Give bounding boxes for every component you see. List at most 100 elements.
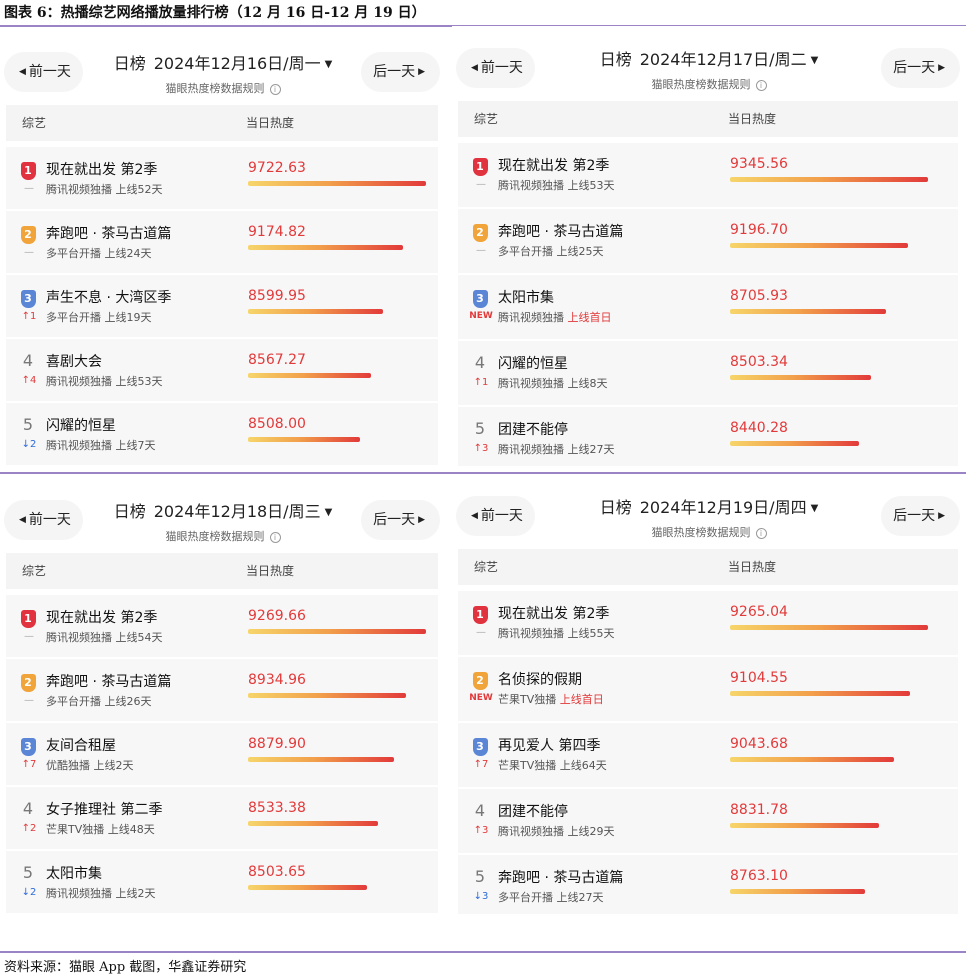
ranking-row[interactable]: 3 ↑7 再见爱人 第四季 芒果TV独播 上线64天 9043.68 [458,723,958,787]
rank-change: — [476,627,486,638]
heat-value: 9104.55 [730,670,788,686]
ranking-row[interactable]: 3 ↑1 声生不息 · 大湾区季 多平台开播 上线19天 8599.95 [6,275,438,337]
rank-badge: 3 [472,738,488,756]
show-title[interactable]: 奔跑吧 · 茶马古道篇 [46,671,171,691]
rank-badge: 2 [472,224,488,242]
platform-text: 多平台开播 上线19天 [46,311,152,324]
rank-badge: 1 [472,158,488,176]
date-selector[interactable]: 日榜 2024年12月18日/周三 ▼ [0,498,446,522]
data-rule-link[interactable]: 猫眼热度榜数据规则 i [0,528,446,544]
rank-badge: 3 [472,290,488,308]
data-rule-link[interactable]: 猫眼热度榜数据规则 i [452,524,966,540]
show-title[interactable]: 喜剧大会 [46,351,102,371]
data-rule-link[interactable]: 猫眼热度榜数据规则 i [452,76,966,92]
show-title[interactable]: 奔跑吧 · 茶马古道篇 [46,223,171,243]
ranking-row[interactable]: 4 ↑4 喜剧大会 腾讯视频独播 上线53天 8567.27 [6,339,438,401]
rank-change: NEW [469,311,493,321]
heat-value: 9043.68 [730,736,788,752]
show-title[interactable]: 现在就出发 第2季 [498,155,609,175]
ranking-row[interactable]: 5 ↓2 太阳市集 腾讯视频独播 上线2天 8503.65 [6,851,438,913]
ranking-row[interactable]: 2 NEW 名侦探的假期 芒果TV独播 上线首日 9104.55 [458,657,958,721]
date-selector[interactable]: 日榜 2024年12月19日/周四 ▼ [452,494,966,518]
data-rule-label: 猫眼热度榜数据规则 [165,82,265,95]
ranking-row[interactable]: 2 — 奔跑吧 · 茶马古道篇 多平台开播 上线24天 9174.82 [6,211,438,273]
rank-change: ↑2 [21,823,37,834]
ranking-row[interactable]: 1 — 现在就出发 第2季 腾讯视频独播 上线55天 9265.04 [458,591,958,655]
caret-down-icon[interactable]: ▼ [325,59,333,70]
date-selector[interactable]: 日榜 2024年12月17日/周二 ▼ [452,46,966,70]
show-title[interactable]: 团建不能停 [498,801,568,821]
board-header: 日榜 2024年12月18日/周三 ▼ 猫眼热度榜数据规则 i [0,498,446,544]
show-title[interactable]: 名侦探的假期 [498,669,582,689]
show-title[interactable]: 友间合租屋 [46,735,116,755]
ranking-row[interactable]: 5 ↓3 奔跑吧 · 茶马古道篇 多平台开播 上线27天 8763.10 [458,855,958,914]
platform-text: 腾讯视频独播 上线2天 [46,887,156,900]
show-title[interactable]: 闪耀的恒星 [498,353,568,373]
show-platform-info: 腾讯视频独播 上线8天 [498,375,608,391]
ranking-row[interactable]: 1 — 现在就出发 第2季 腾讯视频独播 上线54天 9269.66 [6,595,438,657]
platform-text: 腾讯视频独播 上线55天 [498,627,615,640]
platform-text: 多平台开播 上线26天 [46,695,152,708]
ranking-row[interactable]: 2 — 奔跑吧 · 茶马古道篇 多平台开播 上线25天 9196.70 [458,209,958,273]
show-title[interactable]: 奔跑吧 · 茶马古道篇 [498,867,623,887]
ranking-list: 1 — 现在就出发 第2季 腾讯视频独播 上线53天 9345.56 2 — 奔跑吧 · 茶马… [458,143,958,466]
ranking-row[interactable]: 4 ↑3 团建不能停 腾讯视频独播 上线29天 8831.78 [458,789,958,853]
show-title[interactable]: 现在就出发 第2季 [498,603,609,623]
rank-badge: 3 [20,738,36,756]
platform-text: 腾讯视频独播 上线53天 [498,179,615,192]
ranking-panel-dec16: ◀ 前一天 后一天 ▶ 日榜 2024年12月16日/周一 ▼ 猫眼热度榜数据规则 i 综艺 当日热… [0,30,446,470]
data-rule-label: 猫眼热度榜数据规则 [651,526,751,539]
ranking-panel-dec18: ◀ 前一天 后一天 ▶ 日榜 2024年12月18日/周三 ▼ 猫眼热度榜数据规则 i 综艺 当日热… [0,478,446,918]
ranking-row[interactable]: 4 ↑1 闪耀的恒星 腾讯视频独播 上线8天 8503.34 [458,341,958,405]
show-title[interactable]: 现在就出发 第2季 [46,159,157,179]
show-title[interactable]: 闪耀的恒星 [46,415,116,435]
rank-indicator: 3 [20,735,36,756]
heat-bar [248,437,360,442]
caret-down-icon[interactable]: ▼ [811,55,819,66]
rank-change: ↓3 [473,891,489,902]
data-rule-link[interactable]: 猫眼热度榜数据规则 i [0,80,446,96]
heat-value: 9722.63 [248,160,306,176]
board-label: 日榜 [599,50,632,69]
bottom-divider [0,951,966,953]
show-title[interactable]: 团建不能停 [498,419,568,439]
board-date: 2024年12月17日/周二 [639,50,807,69]
show-title[interactable]: 女子推理社 第二季 [46,799,162,819]
ranking-row[interactable]: 3 ↑7 友间合租屋 优酷独播 上线2天 8879.90 [6,723,438,785]
show-title[interactable]: 太阳市集 [46,863,102,883]
rank-indicator: 2 [20,223,36,244]
show-platform-info: 腾讯视频独播 上线27天 [498,441,615,457]
ranking-row[interactable]: 4 ↑2 女子推理社 第二季 芒果TV独播 上线48天 8533.38 [6,787,438,849]
rank-change: ↑4 [21,375,37,386]
heat-bar [248,629,426,634]
caret-down-icon[interactable]: ▼ [325,507,333,518]
figure-title: 图表 6：热播综艺网络播放量排行榜（12 月 16 日-12 月 19 日） [4,5,426,21]
heat-bar [248,181,426,186]
show-platform-info: 腾讯视频独播 上线54天 [46,629,163,645]
heat-value: 9174.82 [248,224,306,240]
rank-indicator: 2 [472,221,488,242]
ranking-row[interactable]: 1 — 现在就出发 第2季 腾讯视频独播 上线52天 9722.63 [6,147,438,209]
heat-bar [730,823,879,828]
show-title[interactable]: 再见爱人 第四季 [498,735,600,755]
ranking-row[interactable]: 3 NEW 太阳市集 腾讯视频独播 上线首日 8705.93 [458,275,958,339]
show-title[interactable]: 太阳市集 [498,287,554,307]
date-selector[interactable]: 日榜 2024年12月16日/周一 ▼ [0,50,446,74]
show-title[interactable]: 现在就出发 第2季 [46,607,157,627]
rank-badge: 3 [20,290,36,308]
show-title[interactable]: 声生不息 · 大湾区季 [46,287,171,307]
caret-down-icon[interactable]: ▼ [811,503,819,514]
ranking-row[interactable]: 2 — 奔跑吧 · 茶马古道篇 多平台开播 上线26天 8934.96 [6,659,438,721]
ranking-row[interactable]: 5 ↑3 团建不能停 腾讯视频独播 上线27天 8440.28 [458,407,958,466]
rank-indicator: 5 [20,415,36,434]
show-title[interactable]: 奔跑吧 · 茶马古道篇 [498,221,623,241]
heat-value: 9269.66 [248,608,306,624]
column-heat-label: 当日热度 [728,112,777,126]
rank-indicator: 3 [472,287,488,308]
ranking-row[interactable]: 5 ↓2 闪耀的恒星 腾讯视频独播 上线7天 8508.00 [6,403,438,465]
rank-number: 4 [474,801,486,820]
ranking-row[interactable]: 1 — 现在就出发 第2季 腾讯视频独播 上线53天 9345.56 [458,143,958,207]
data-rule-label: 猫眼热度榜数据规则 [651,78,751,91]
rank-change: — [476,245,486,256]
board-header: 日榜 2024年12月19日/周四 ▼ 猫眼热度榜数据规则 i [452,494,966,540]
